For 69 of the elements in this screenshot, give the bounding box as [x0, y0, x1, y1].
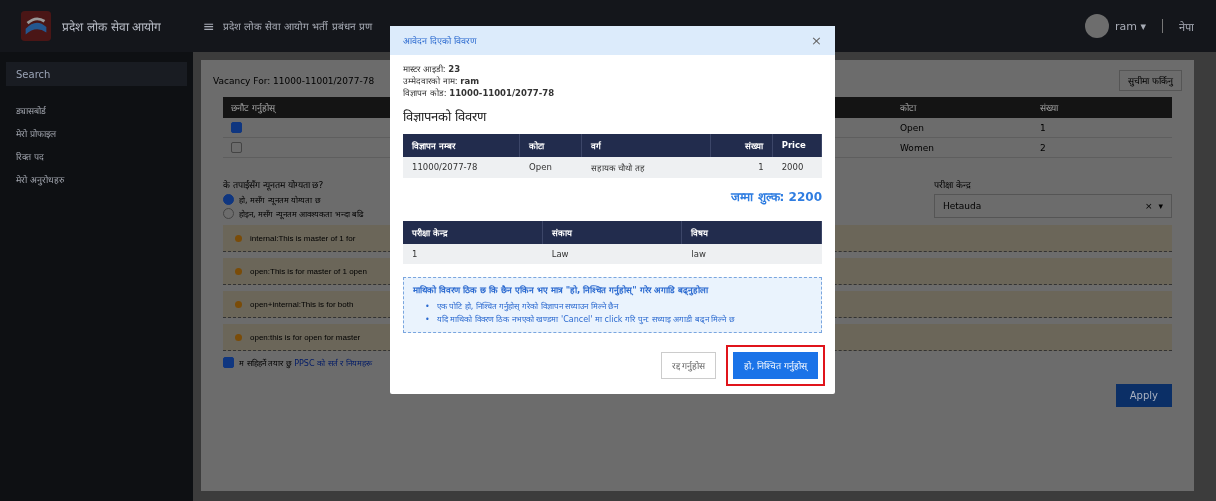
column-header: संकाय: [542, 221, 683, 244]
column-header: Price: [772, 134, 822, 157]
sidebar-item[interactable]: ड्यासबोर्ड: [6, 100, 187, 121]
close-button[interactable]: ×: [811, 33, 822, 48]
column-header: संख्या: [711, 134, 773, 157]
column-header: परीक्षा केन्द्र: [403, 221, 543, 244]
app-title: प्रदेश लोक सेवा आयोग भर्ती प्रबंधन प्रण: [222, 20, 372, 33]
dialog-title: आवेदन दिएको विवरण: [403, 35, 477, 47]
table-cell: Women: [892, 138, 1032, 158]
radio-button[interactable]: [223, 194, 234, 205]
column-header: संख्या: [1032, 97, 1172, 118]
total-fee: जम्मा शुल्क: 2200: [731, 189, 822, 205]
column-header: वर्ग: [581, 134, 712, 157]
search-field[interactable]: Search: [6, 62, 187, 86]
language-link[interactable]: नेपा: [1179, 18, 1194, 34]
cancel-button[interactable]: रद्द गर्नुहोस: [660, 352, 717, 379]
dot-icon: [235, 333, 242, 341]
notice-item: यदि माथिको विवरण ठिक नभएको खण्डमा 'Cancel' मा click गरि पुन: सच्याइ अगाडी बढ्न मिल्ने छ: [436, 313, 735, 326]
column-header: विषय: [682, 221, 822, 244]
vacancy-label: Vacancy For: 11000-11001/2077-78: [213, 75, 375, 86]
table-cell: सहायक चौथो तह: [581, 157, 712, 178]
apply-button[interactable]: Apply: [1115, 384, 1172, 407]
exam-center-select[interactable]: Hetauda × ▾: [934, 194, 1172, 218]
dot-icon: [235, 234, 242, 242]
notice-item: एक पोटि हो, निश्चित गर्नुहोस् गरेको विज्ञापन सच्याउन मिल्ने छैन: [436, 300, 619, 313]
bullet-icon: •: [425, 300, 430, 313]
column-header: विज्ञापन नम्बर: [403, 134, 521, 157]
option-label: होइन, मसँग न्यूनतम आवश्यकता भन्दा बढि: [239, 208, 365, 219]
table-cell: Open: [892, 118, 1032, 138]
sidebar-item[interactable]: मेरो प्रोफाइल: [6, 123, 187, 144]
radio-button[interactable]: [223, 208, 234, 219]
checkbox[interactable]: [231, 142, 242, 153]
exam-center-label: परीक्षा केन्द्र: [934, 179, 972, 191]
info-line: विज्ञापन कोड: 11000-11001/2077-78: [403, 87, 556, 99]
column-header: कोटा: [520, 134, 582, 157]
table-cell: Law: [542, 244, 683, 264]
checkbox[interactable]: [223, 357, 234, 368]
table-cell: 2000: [772, 157, 822, 178]
bullet-icon: •: [425, 313, 430, 326]
checkbox[interactable]: [231, 122, 242, 133]
notice-text: internal:This is master of 1 for: [250, 233, 356, 243]
dot-icon: [235, 267, 242, 275]
table-cell: law: [682, 244, 822, 264]
table-cell: 1: [1032, 118, 1172, 138]
table-cell: 1: [711, 157, 773, 178]
emblem-logo: [20, 10, 52, 42]
option-label: हो, मसँग न्यूनतम योग्यता छ: [239, 195, 321, 205]
notice-text: open:this is for open for master: [250, 332, 361, 342]
menu-icon[interactable]: ≡: [203, 18, 215, 34]
table-cell: 1: [403, 244, 543, 264]
info-line: मास्टर आइडी: 23: [403, 63, 462, 75]
dot-icon: [235, 300, 242, 308]
info-line: उम्मेदवारको नाम: ram: [403, 75, 481, 87]
table-cell: 11000/2077-78: [403, 157, 521, 178]
confirm-button[interactable]: हो, निश्चित गर्नुहोस्: [733, 352, 818, 379]
avatar-icon[interactable]: [1085, 14, 1109, 38]
notice-text: open+internal:This is for both: [250, 299, 354, 309]
back-button[interactable]: सुचीमा फर्किनु: [1119, 70, 1182, 91]
agree-text: म सहिहर्ने तयार छु PPSC को सर्त र नियमहरू: [239, 357, 372, 368]
column-header: कोटा: [892, 97, 1032, 118]
table-cell: 2: [1032, 138, 1172, 158]
sidebar-item[interactable]: मेरो अनुरोधहरु: [6, 169, 187, 190]
sidebar-item[interactable]: रिक्त पद: [6, 146, 187, 167]
brand-name: प्रदेश लोक सेवा आयोग: [62, 18, 162, 35]
question-label: के तपाईंसँग न्यूनतम योग्यता छ?: [223, 179, 325, 191]
user-menu[interactable]: ram ▾: [1115, 19, 1146, 33]
notice-title: माथिको विवरण ठिक छ कि छैन एकिन भए मात्र "हो, निश्चित गर्नुहोस्" गरेर अगाडि बढ्नुहोला: [413, 284, 710, 297]
notice-text: open:This is for master of 1 open: [250, 266, 367, 276]
table-cell: Open: [520, 157, 582, 178]
